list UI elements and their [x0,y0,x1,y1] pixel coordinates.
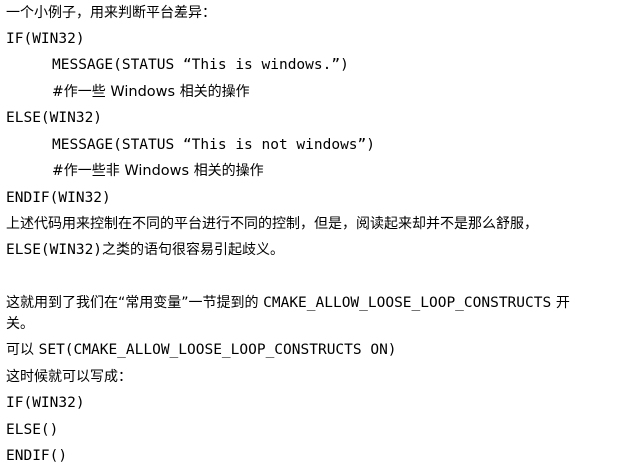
code-line: IF(WIN32) [6,29,85,49]
comment-windows-word: Windows [124,163,190,179]
code-endif: ENDIF(WIN32) [6,190,111,206]
code-line: MESSAGE(STATUS “This is windows.”) [52,55,349,75]
comment-suffix: 相关的操作 [193,163,264,179]
paragraph-text-end: 开 [555,295,570,311]
inline-code-set: SET(CMAKE_ALLOW_LOOSE_LOOP_CONSTRUCTS ON… [38,342,397,358]
comment-prefix: #作一些非 [52,163,120,179]
code-if: IF(WIN32) [6,395,85,411]
text-line: 可以 SET(CMAKE_ALLOW_LOOSE_LOOP_CONSTRUCTS… [6,340,397,360]
comment-suffix: 相关的操作 [179,84,250,100]
code-line: ENDIF(WIN32) [6,188,111,208]
code-else: ELSE() [6,422,59,438]
code-line: ELSE() [6,420,58,440]
paragraph-text: 这就用到了我们在“常用变量”一节提到的 [6,295,259,311]
code-comment-line: #作一些 Windows 相关的操作 [52,82,250,102]
inline-code-variable: CMAKE_ALLOW_LOOSE_LOOP_CONSTRUCTS [263,295,552,311]
write-as-text: 这时候就可以写成： [6,369,132,385]
intro-text: 一个小例子，用来判断平台差异： [6,5,216,21]
text-line: 一个小例子，用来判断平台差异： [6,3,216,23]
text-line: 关。 [6,314,34,334]
code-message-windows: MESSAGE(STATUS “This is windows.”) [52,57,349,73]
comment-windows-word: Windows [110,84,176,100]
text-line: 这时候就可以写成： [6,367,132,387]
code-line: IF(WIN32) [6,393,85,413]
text-line: ELSE(WIN32)之类的语句很容易引起歧义。 [6,240,284,260]
code-endif: ENDIF() [6,448,68,464]
set-prefix: 可以 [6,342,34,358]
paragraph-continuation: 关。 [6,316,34,332]
code-line: ELSE(WIN32) [6,108,102,128]
document-page: 一个小例子，用来判断平台差异： IF(WIN32) MESSAGE(STATUS… [0,0,642,465]
code-line: MESSAGE(STATUS “This is not windows”) [52,135,375,155]
code-message-not-windows: MESSAGE(STATUS “This is not windows”) [52,137,376,153]
explanation-text-2: 之类的语句很容易引起歧义。 [102,242,285,258]
comment-prefix: #作一些 [52,84,106,100]
code-else: ELSE(WIN32) [6,110,103,126]
text-line: 上述代码用来控制在不同的平台进行不同的控制，但是，阅读起来却并不是那么舒服， [6,214,538,234]
text-line: 这就用到了我们在“常用变量”一节提到的 CMAKE_ALLOW_LOOSE_LO… [6,293,570,313]
inline-code-else: ELSE(WIN32) [6,242,103,258]
code-if: IF(WIN32) [6,31,85,47]
code-line: ENDIF() [6,446,67,466]
code-comment-line: #作一些非 Windows 相关的操作 [52,161,264,181]
explanation-text: 上述代码用来控制在不同的平台进行不同的控制，但是，阅读起来却并不是那么舒服， [6,216,538,232]
